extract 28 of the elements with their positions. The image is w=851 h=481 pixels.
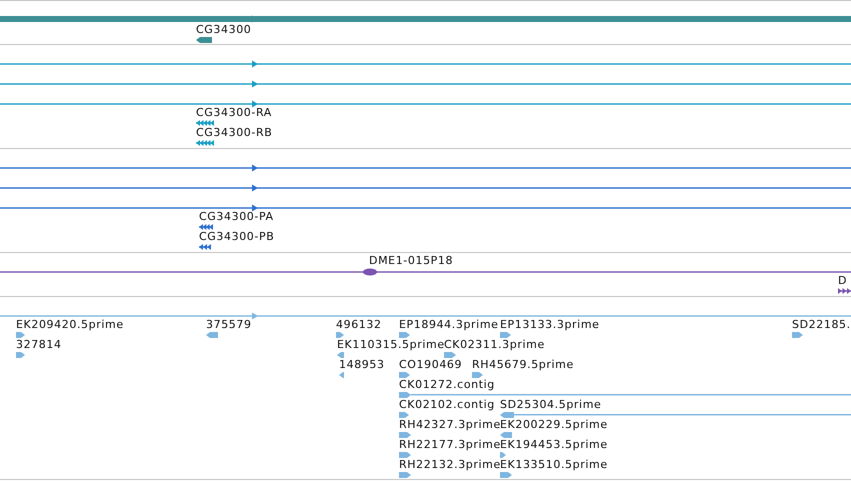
feature-label: DME1-015P18: [369, 254, 454, 267]
feature-label[interactable]: SD22185.: [792, 318, 851, 331]
feature-label[interactable]: D: [838, 274, 848, 287]
feature-label[interactable]: 148953: [339, 358, 385, 371]
feature-label[interactable]: RH22177.3prime: [399, 438, 501, 451]
feature-label[interactable]: SD25304.5prime: [500, 398, 602, 411]
feature-label[interactable]: EP18944.3prime: [399, 318, 499, 331]
feature-label[interactable]: CO190469: [399, 358, 462, 371]
feature-label[interactable]: CG34300-RA: [196, 106, 272, 119]
feature-label[interactable]: EK209420.5prime: [16, 318, 124, 331]
feature-label[interactable]: CG34300-PB: [199, 230, 274, 243]
feature-label[interactable]: 375579: [206, 318, 252, 331]
feature-label[interactable]: RH22132.3prime: [399, 458, 501, 471]
feature-label[interactable]: RH45679.5prime: [472, 358, 574, 371]
feature-label[interactable]: EP13133.3prime: [500, 318, 600, 331]
feature-label[interactable]: 327814: [16, 338, 62, 351]
feature-label[interactable]: EK194453.5prime: [500, 438, 608, 451]
feature-label[interactable]: 496132: [336, 318, 382, 331]
feature-label[interactable]: EK200229.5prime: [500, 418, 608, 431]
feature-label[interactable]: CG34300-PA: [199, 210, 274, 223]
feature-label[interactable]: EK110315.5prime: [337, 338, 445, 351]
feature-label[interactable]: CK02102.contig: [399, 398, 495, 411]
feature-label[interactable]: CK01272.contig: [399, 378, 495, 391]
feature-label[interactable]: CG34300: [196, 23, 252, 36]
feature-label[interactable]: EK133510.5prime: [500, 458, 608, 471]
feature-label[interactable]: RH42327.3prime: [399, 418, 501, 431]
feature-label[interactable]: CK02311.3prime: [444, 338, 545, 351]
feature-label[interactable]: CG34300-RB: [196, 126, 272, 139]
